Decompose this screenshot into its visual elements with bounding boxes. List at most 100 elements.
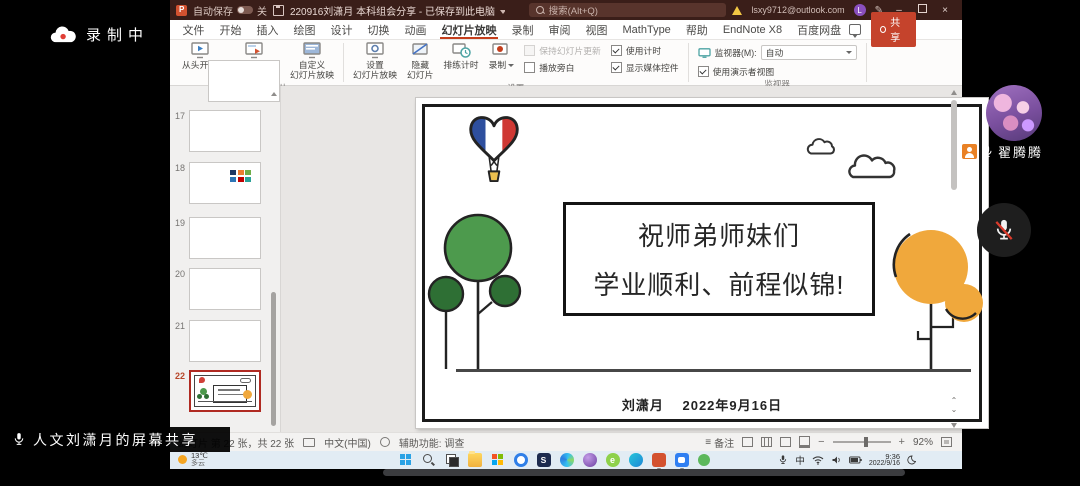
app-purple-icon[interactable] [583,453,597,467]
windows-start-icon[interactable] [399,453,413,467]
display-settings-icon[interactable] [303,438,315,447]
participant-tile[interactable]: 翟腾腾 [962,84,1080,164]
setup-slideshow-button[interactable]: 设置 幻灯片放映 [349,41,401,82]
tab-insert[interactable]: 插入 [249,20,286,39]
notes-button[interactable]: ≡ 备注 [705,435,734,450]
tab-design[interactable]: 设计 [323,20,360,39]
show-media-controls-checkbox[interactable]: 显示媒体控件 [611,61,679,74]
zoom-out-button[interactable]: − [818,437,824,447]
thumbnail-slide-21[interactable]: 21 [170,320,261,362]
scroll-up-icon[interactable] [271,92,277,96]
thumbnail-partial[interactable] [189,60,280,102]
hide-slide-button[interactable]: 隐藏 幻灯片 [403,41,437,82]
tab-view[interactable]: 视图 [578,20,615,39]
share-button[interactable]: 共享 [871,12,916,47]
zoom-in-button[interactable]: + [899,437,905,447]
tab-transitions[interactable]: 切换 [360,20,397,39]
previous-next-slide-buttons[interactable]: ⌃⌄ [950,396,958,414]
slide-sorter-view-button[interactable] [761,437,772,447]
app-green-icon[interactable] [698,454,710,466]
fit-to-window-button[interactable] [941,437,952,447]
reading-view-button[interactable] [780,437,791,447]
app-s-icon[interactable] [537,453,551,467]
meeting-toolbar-pill[interactable] [383,469,905,476]
slideshow-view-button[interactable] [799,436,810,448]
tab-review[interactable]: 审阅 [541,20,578,39]
maximize-button[interactable] [915,4,929,16]
rehearse-timings-button[interactable]: 排练计时 [439,41,482,71]
monitor-dropdown[interactable]: 自动 [761,45,857,60]
scrollbar-thumb[interactable] [951,100,957,190]
wifi-icon[interactable] [812,455,824,465]
wish-text-box[interactable]: 祝师弟师妹们 学业顺利、前程似锦! [563,202,875,316]
normal-view-button[interactable] [742,437,753,447]
speaker-icon[interactable] [831,455,842,465]
thumbnail-slide-20[interactable]: 20 [170,268,261,310]
scroll-up-icon[interactable] [951,90,957,95]
tab-animations[interactable]: 动画 [397,20,434,39]
accessibility-status[interactable]: 辅助功能: 调查 [399,435,465,450]
muted-mic-icon [992,218,1016,243]
weather-widget[interactable]: 13℃ 多云 [178,452,208,467]
app-e-icon[interactable] [606,453,620,467]
presenter-view-checkbox[interactable]: 使用演示者视图 [698,65,857,78]
tab-home[interactable]: 开始 [212,20,249,39]
comments-icon[interactable] [849,24,861,35]
task-view-icon[interactable] [445,453,459,467]
tab-record[interactable]: 录制 [504,20,541,39]
use-timings-checkbox[interactable]: 使用计时 [611,44,679,57]
zoom-slider[interactable] [833,441,891,443]
focus-assist-moon-icon[interactable] [907,455,916,465]
app-ring-icon[interactable] [514,453,528,467]
thumbnail-slide-18[interactable]: 18 [170,162,261,204]
tab-draw[interactable]: 绘图 [286,20,323,39]
checkbox-icon[interactable] [611,45,622,56]
thumbnail-slide-19[interactable]: 19 [170,217,261,259]
thumbnail-slide-22-selected[interactable]: 22 [170,370,261,412]
zoom-slider-thumb[interactable] [864,437,868,447]
scroll-down-icon[interactable] [951,423,957,428]
thumbnail-slide-17[interactable]: 17 [170,110,261,152]
search-box[interactable]: 搜索(Alt+Q) [529,3,727,17]
language-indicator[interactable]: 中文(中国) [324,435,371,450]
checkbox-icon[interactable] [698,66,709,77]
save-icon[interactable] [273,5,284,16]
tray-mic-icon[interactable] [778,454,788,466]
account-email[interactable]: lsxy9712@outlook.com [751,5,844,15]
ime-indicator[interactable]: 中 [795,453,805,467]
zoom-percentage[interactable]: 92% [913,437,933,448]
tab-baidu-netdisk[interactable]: 百度网盘 [790,20,849,39]
play-narrations-checkbox[interactable]: 播放旁白 [524,61,601,74]
thumbnail-scrollbar[interactable] [270,92,278,426]
muted-participant-tile[interactable] [977,203,1031,257]
warning-icon[interactable] [732,6,742,15]
close-button[interactable]: × [938,5,952,16]
canvas-scrollbar[interactable]: ⌃⌄ [949,90,959,428]
file-explorer-icon[interactable] [468,453,482,467]
scrollbar-thumb[interactable] [271,292,276,426]
tab-file[interactable]: 文件 [175,20,212,39]
slide-canvas[interactable]: 祝师弟师妹们 学业顺利、前程似锦! 刘潇月 2022年9月16日 [416,98,988,428]
tab-endnote[interactable]: EndNote X8 [715,20,789,39]
shared-screen: 自动保存 关 220916刘潇月 本科组会分享 - 已保存到此电脑 搜索(Alt… [170,0,962,466]
record-button[interactable]: 录制 [485,41,519,71]
autosave-toggle[interactable]: 自动保存 关 [193,3,267,18]
wish-line-2: 学业顺利、前程似锦! [593,265,844,302]
toggle-icon[interactable] [237,6,253,14]
meeting-app-icon[interactable] [675,453,689,467]
tab-slideshow[interactable]: 幻灯片放映 [434,20,504,39]
battery-icon[interactable] [849,456,862,464]
search-icon[interactable] [422,453,436,467]
photos-icon[interactable] [491,453,505,467]
host-badge-icon [962,144,977,159]
taskbar-clock[interactable]: 9:36 2022/9/16 [869,453,900,468]
powerpoint-icon[interactable] [652,453,666,467]
tab-mathtype[interactable]: MathType [615,20,678,39]
custom-slideshow-button[interactable]: 自定义 幻灯片放映 [286,41,338,82]
edge-icon[interactable] [560,453,574,467]
checkbox-icon[interactable] [524,62,535,73]
document-title[interactable]: 220916刘潇月 本科组会分享 - 已保存到此电脑 [290,3,505,18]
tab-help[interactable]: 帮助 [678,20,715,39]
app-teal-icon[interactable] [629,453,643,467]
checkbox-icon[interactable] [611,62,622,73]
